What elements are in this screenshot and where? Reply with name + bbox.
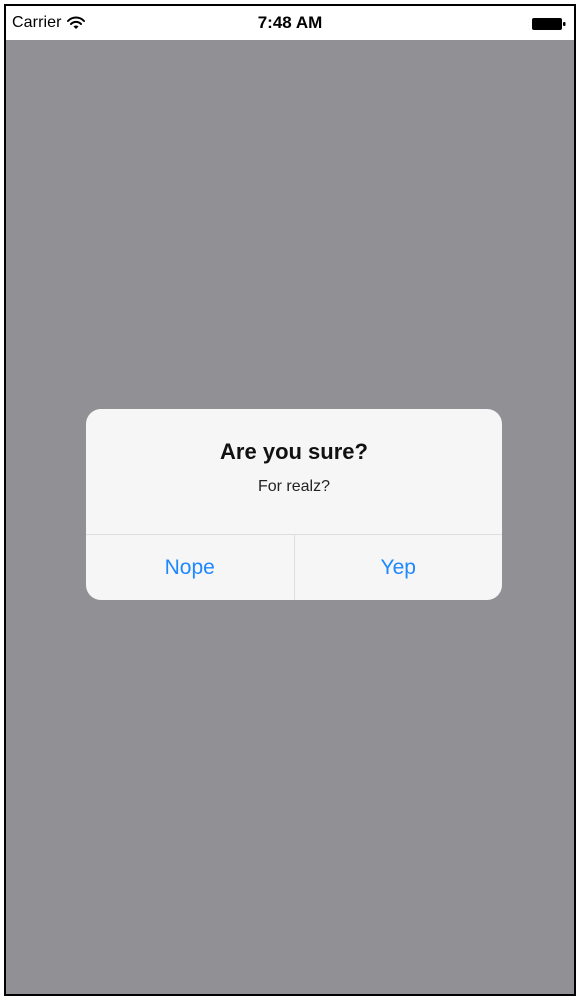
nope-button[interactable]: Nope — [86, 535, 294, 600]
alert-message: For realz? — [257, 478, 331, 495]
status-bar: Carrier 7:48 AM — [6, 6, 574, 40]
yep-button[interactable]: Yep — [293, 535, 503, 600]
phone-screen: Carrier 7:48 AM Are you sure? For realz?… — [4, 4, 576, 996]
alert-dialog: Are you sure? For realz? Nope Yep — [86, 409, 502, 600]
alert-title: Are you sure? — [220, 439, 368, 464]
battery-icon — [532, 17, 566, 30]
status-time: 7:48 AM — [257, 13, 323, 32]
alert-actions: Nope Yep — [86, 534, 502, 600]
alert-content: Are you sure? For realz? — [86, 409, 502, 534]
